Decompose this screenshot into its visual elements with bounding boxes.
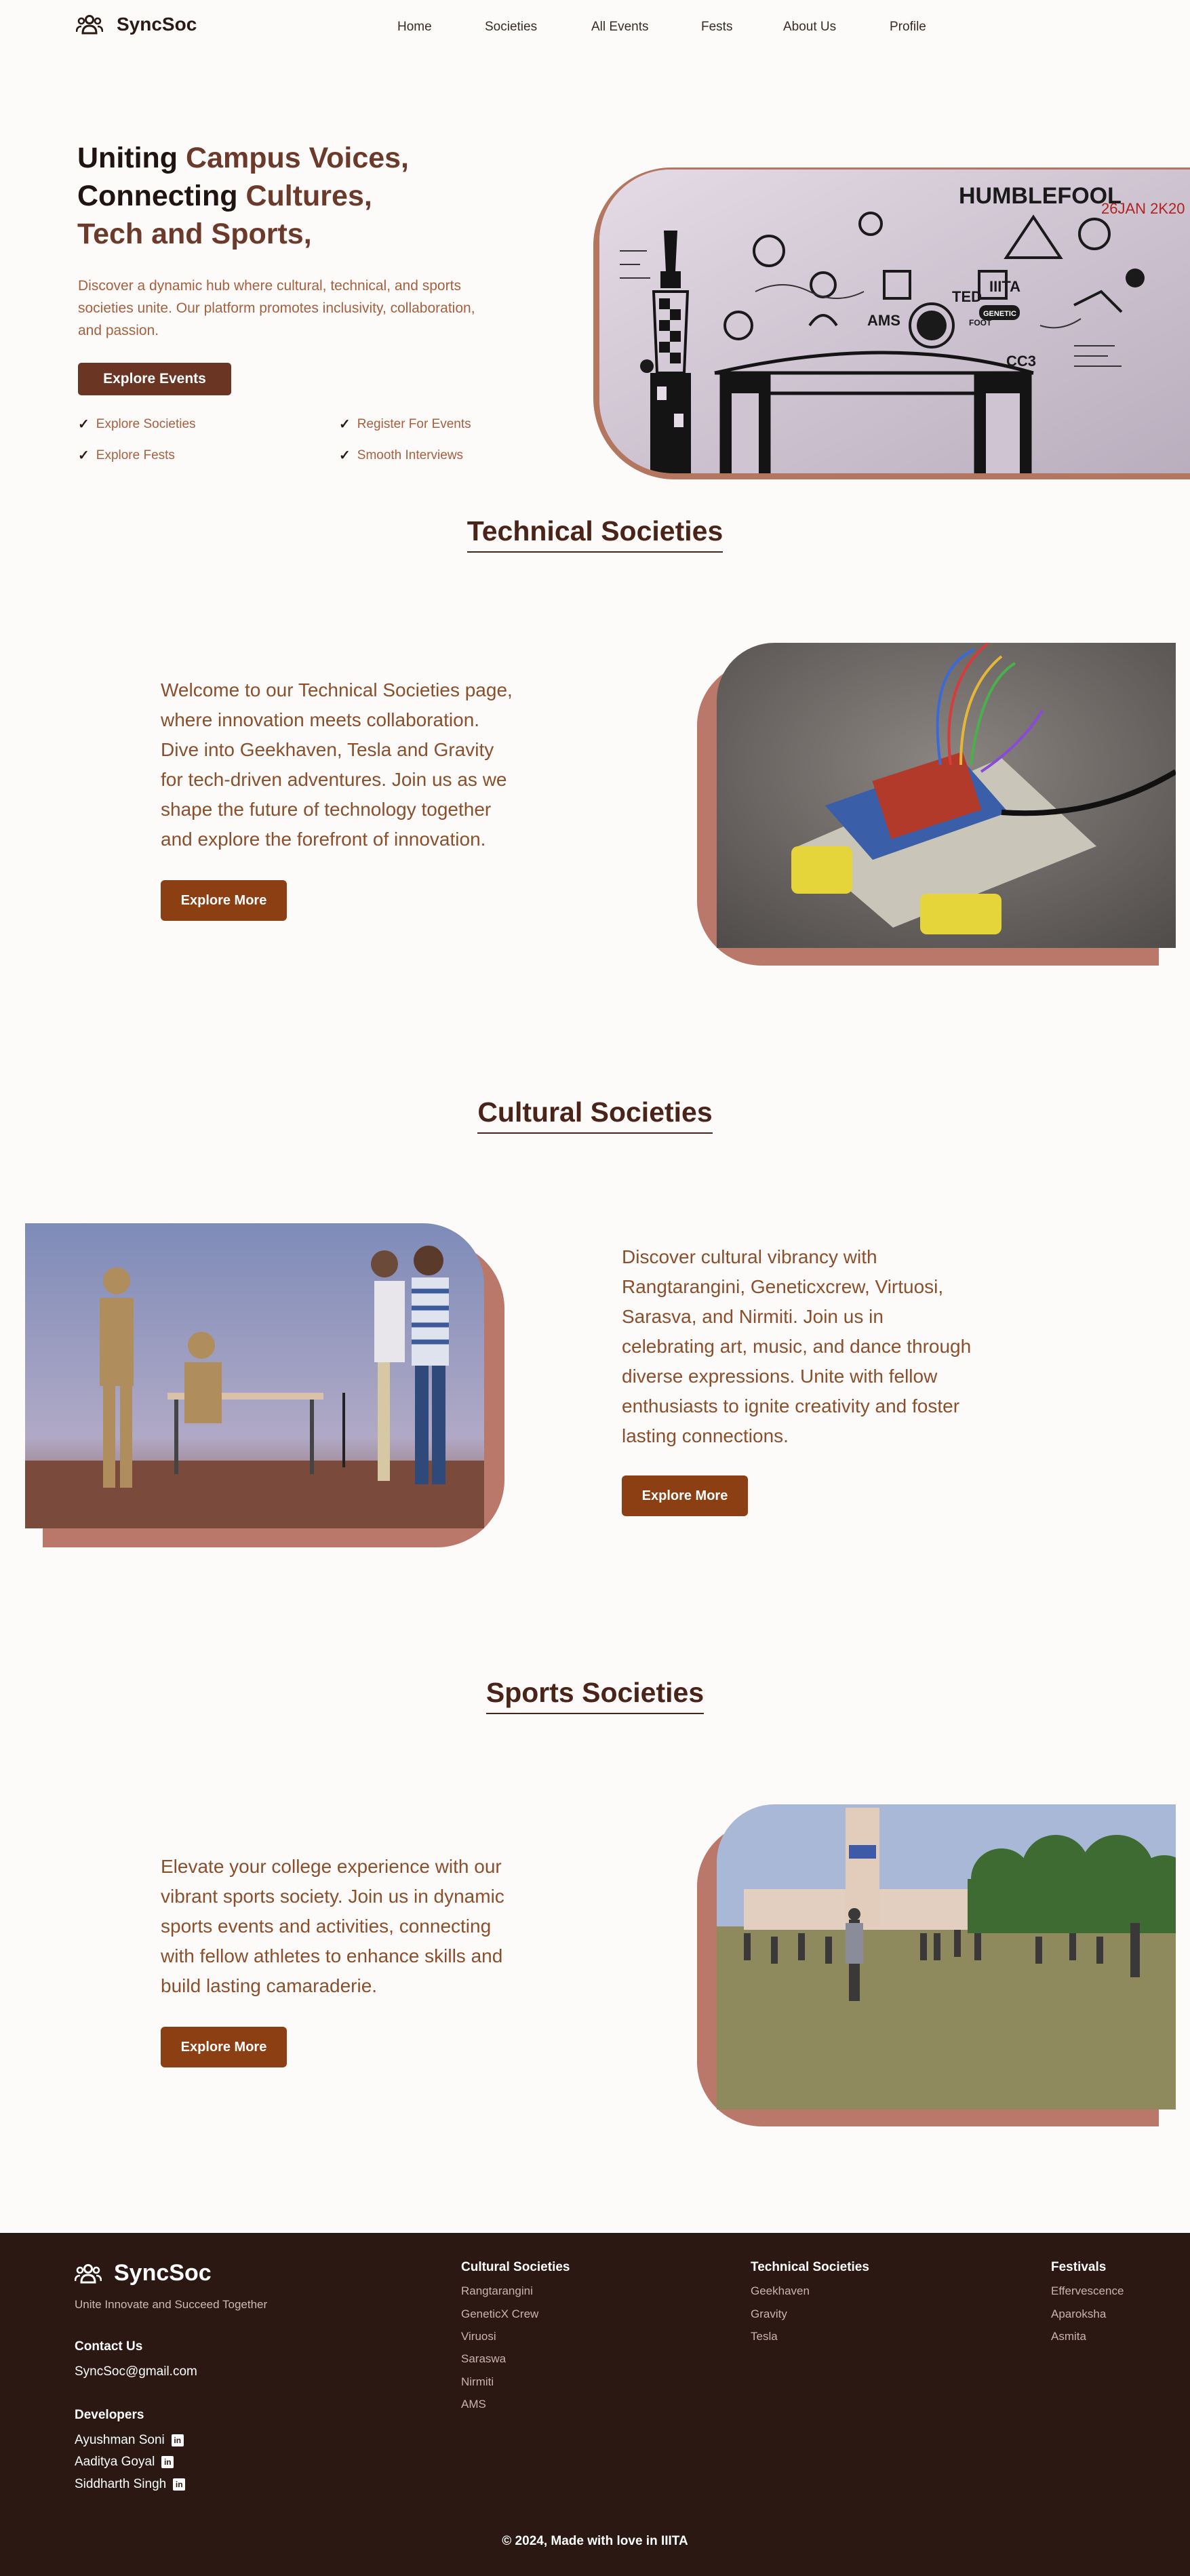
nav-link-profile[interactable]: Profile [890, 20, 926, 35]
feature-label: Smooth Interviews [357, 448, 464, 462]
section-title-text: Cultural Societies [477, 1096, 713, 1134]
hero-title-accent: Campus Voices, [186, 142, 410, 174]
technical-description: Welcome to our Technical Societies page,… [161, 679, 513, 850]
footer-link[interactable]: Asmita [1051, 2330, 1086, 2343]
whiteboard-word: FOOT [969, 318, 992, 328]
footer-brand[interactable]: SyncSoc [75, 2260, 212, 2286]
section-title-technical: Technical Societies [0, 515, 1190, 553]
whiteboard-word: IIITA [989, 278, 1020, 295]
linkedin-icon[interactable]: in [173, 2478, 186, 2491]
contact-email-text: SyncSoc@gmail.com [75, 2364, 197, 2379]
section-title-sports: Sports Societies [0, 1677, 1190, 1714]
technical-explore-more-button[interactable]: Explore More [161, 880, 287, 921]
hero-title-part: Connecting [77, 180, 246, 212]
cultural-explore-more-button[interactable]: Explore More [622, 1475, 748, 1516]
footer-link[interactable]: Aparoksha [1051, 2307, 1106, 2321]
footer-link[interactable]: Nirmiti [461, 2375, 494, 2389]
check-icon: ✓ [78, 448, 90, 463]
footer-column-heading: Cultural Societies [461, 2260, 570, 2274]
footer: SyncSoc Unite Innovate and Succeed Toget… [0, 2233, 1190, 2576]
nav-link-home[interactable]: Home [397, 20, 432, 35]
hero-title: Uniting Campus Voices, Connecting Cultur… [77, 139, 409, 253]
nav-links: Home Societies All Events Fests About Us… [0, 20, 1190, 37]
technical-image-robot [717, 643, 1176, 948]
copyright: © 2024, Made with love in IIITA [502, 2534, 688, 2548]
nav-link-fests[interactable]: Fests [701, 20, 732, 35]
footer-link[interactable]: AMS [461, 2398, 486, 2411]
sports-description: Elevate your college experience with our… [161, 1856, 504, 1996]
developer-link[interactable]: Aaditya Goyal in [75, 2455, 174, 2470]
hero-title-part: Uniting [77, 142, 186, 174]
whiteboard-word: TED [952, 288, 982, 305]
whiteboard-headline: HUMBLEFOOL [959, 183, 1122, 209]
contact-heading: Contact Us [75, 2339, 143, 2354]
footer-link[interactable]: Saraswa [461, 2352, 506, 2366]
linkedin-icon[interactable]: in [171, 2434, 184, 2446]
footer-link[interactable]: Rangtarangini [461, 2284, 533, 2298]
developer-name: Ayushman Soni [75, 2433, 165, 2447]
hero-description: Discover a dynamic hub where cultural, t… [78, 278, 475, 338]
feature-item: ✓ Register For Events [339, 416, 471, 433]
check-icon: ✓ [339, 448, 351, 463]
cultural-description: Discover cultural vibrancy with Rangtara… [622, 1246, 972, 1446]
hero-title-accent: Cultures, [245, 180, 372, 212]
feature-label: Explore Societies [96, 416, 196, 431]
footer-link[interactable]: Geekhaven [751, 2284, 810, 2298]
sports-explore-more-button[interactable]: Explore More [161, 2027, 287, 2067]
footer-brand-name: SyncSoc [114, 2260, 212, 2286]
cultural-image-stage [25, 1223, 484, 1528]
check-icon: ✓ [78, 417, 90, 432]
check-icon: ✓ [339, 417, 351, 432]
contact-email[interactable]: SyncSoc@gmail.com [75, 2364, 197, 2379]
whiteboard-date: 26JAN 2K20 [1101, 200, 1185, 217]
feature-label: Explore Fests [96, 448, 175, 462]
section-title-cultural: Cultural Societies [0, 1096, 1190, 1134]
feature-item: ✓ Smooth Interviews [339, 447, 463, 464]
developer-name: Siddharth Singh [75, 2477, 167, 2491]
footer-link[interactable]: Tesla [751, 2330, 778, 2343]
whiteboard-graphic: HUMBLEFOOL 26JAN 2K20 AMS TED IIITA GENE… [599, 170, 1190, 473]
footer-link[interactable]: Gravity [751, 2307, 787, 2321]
navbar: SyncSoc Home Societies All Events Fests … [0, 0, 1190, 57]
footer-column-heading: Festivals [1051, 2260, 1107, 2274]
hero-image-whiteboard: HUMBLEFOOL 26JAN 2K20 AMS TED IIITA GENE… [599, 170, 1190, 473]
whiteboard-word: CC3 [1006, 353, 1036, 370]
footer-link[interactable]: Viruosi [461, 2330, 496, 2343]
explore-events-button[interactable]: Explore Events [78, 363, 231, 395]
whiteboard-word: AMS [867, 312, 900, 329]
section-title-text: Technical Societies [467, 515, 723, 553]
developer-link[interactable]: Siddharth Singh in [75, 2477, 186, 2492]
section-title-text: Sports Societies [485, 1677, 705, 1714]
footer-column-heading: Technical Societies [751, 2260, 869, 2274]
nav-link-all-events[interactable]: All Events [591, 20, 648, 35]
users-group-icon [75, 2263, 102, 2283]
developer-name: Aaditya Goyal [75, 2455, 155, 2469]
whiteboard-word: GENETIC [983, 310, 1016, 318]
nav-link-about-us[interactable]: About Us [783, 20, 836, 35]
linkedin-icon[interactable]: in [161, 2456, 174, 2468]
feature-item: ✓ Explore Fests [78, 447, 175, 464]
hero-title-accent: Tech and Sports, [77, 218, 312, 250]
feature-label: Register For Events [357, 416, 471, 431]
footer-tagline: Unite Innovate and Succeed Together [75, 2298, 268, 2311]
feature-item: ✓ Explore Societies [78, 416, 196, 433]
sports-image-field [717, 1804, 1176, 2109]
nav-link-societies[interactable]: Societies [485, 20, 537, 35]
footer-link[interactable]: Effervescence [1051, 2284, 1124, 2298]
developers-heading: Developers [75, 2408, 144, 2422]
footer-link[interactable]: GeneticX Crew [461, 2307, 538, 2321]
developer-link[interactable]: Ayushman Soni in [75, 2433, 184, 2448]
